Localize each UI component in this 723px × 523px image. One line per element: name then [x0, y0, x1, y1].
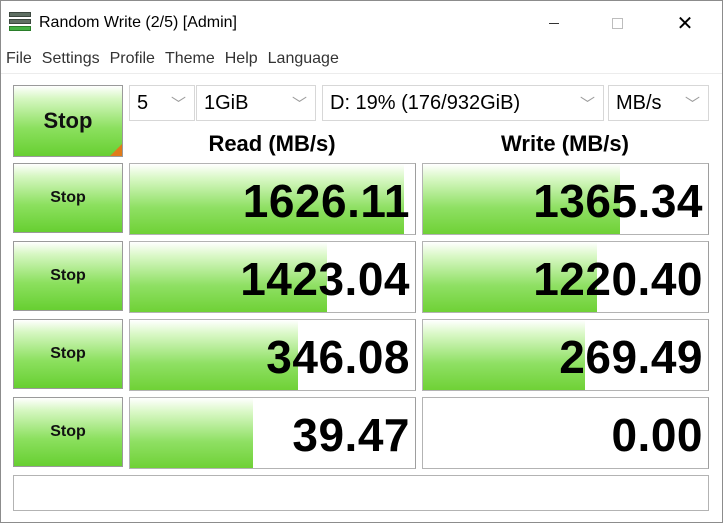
read-value: 1626.11: [242, 175, 410, 227]
close-icon: ✕: [676, 12, 694, 35]
test-count-select[interactable]: 5 ﹀: [129, 85, 195, 121]
chevron-down-icon: ﹀: [170, 96, 186, 113]
read-result-3: 346.08: [129, 319, 416, 391]
stop-test-1-button[interactable]: Stop: [13, 163, 123, 233]
write-value: 1220.40: [533, 253, 703, 305]
stop-test-3-button[interactable]: Stop: [13, 319, 123, 389]
chevron-down-icon: ﹀: [684, 96, 700, 113]
corner-marker-icon: [110, 144, 122, 156]
window-title: Random Write (2/5) [Admin]: [39, 14, 237, 31]
drive-value: D: 19% (176/932GiB): [330, 91, 521, 114]
write-result-2: 1220.40: [422, 241, 709, 313]
drive-select[interactable]: D: 19% (176/932GiB) ﹀: [322, 85, 604, 121]
stop-test-2-label: Stop: [50, 267, 86, 284]
write-column-header: Write (MB/s): [501, 131, 629, 156]
stop-test-4-label: Stop: [50, 423, 86, 440]
comment-input[interactable]: [13, 475, 709, 511]
menu-help[interactable]: Help: [220, 47, 263, 71]
write-result-4: 0.00: [422, 397, 709, 469]
stop-test-3-label: Stop: [50, 345, 86, 362]
title-bar: Random Write (2/5) [Admin] ✕: [1, 1, 722, 45]
menu-divider: [1, 73, 722, 74]
close-button[interactable]: ✕: [662, 1, 708, 45]
write-result-1: 1365.34: [422, 163, 709, 235]
write-value: 0.00: [611, 409, 703, 461]
read-progress-bar: [130, 398, 253, 468]
write-result-3: 269.49: [422, 319, 709, 391]
menu-settings[interactable]: Settings: [37, 47, 105, 71]
write-value: 269.49: [559, 331, 703, 383]
unit-value: MB/s: [616, 91, 662, 114]
read-value: 346.08: [266, 331, 410, 383]
test-size-select[interactable]: 1GiB ﹀: [196, 85, 316, 121]
maximize-icon: [611, 17, 623, 29]
read-column-header: Read (MB/s): [208, 131, 336, 156]
disk-stack-icon: [9, 12, 31, 32]
stop-all-label: Stop: [43, 108, 93, 133]
chevron-down-icon: ﹀: [579, 96, 595, 113]
app-window: Random Write (2/5) [Admin] ✕ File Settin…: [0, 0, 723, 523]
read-value: 1423.04: [240, 253, 410, 305]
menu-file[interactable]: File: [1, 47, 37, 71]
stop-test-1-label: Stop: [50, 189, 86, 206]
menu-bar: File Settings Profile Theme Help Languag…: [1, 47, 344, 71]
chevron-down-icon: ﹀: [291, 96, 307, 113]
read-value: 39.47: [292, 409, 410, 461]
read-result-2: 1423.04: [129, 241, 416, 313]
minimize-button[interactable]: [531, 1, 577, 45]
write-value: 1365.34: [533, 175, 703, 227]
stop-test-4-button[interactable]: Stop: [13, 397, 123, 467]
stop-test-2-button[interactable]: Stop: [13, 241, 123, 311]
stop-all-button[interactable]: Stop: [13, 85, 123, 157]
unit-select[interactable]: MB/s ﹀: [608, 85, 709, 121]
read-result-4: 39.47: [129, 397, 416, 469]
test-size-value: 1GiB: [204, 91, 249, 114]
test-count-value: 5: [137, 91, 149, 114]
menu-profile[interactable]: Profile: [105, 47, 160, 71]
menu-theme[interactable]: Theme: [160, 47, 220, 71]
minimize-icon: [549, 22, 559, 24]
read-result-1: 1626.11: [129, 163, 416, 235]
menu-language[interactable]: Language: [263, 47, 344, 71]
maximize-button[interactable]: [594, 1, 640, 45]
